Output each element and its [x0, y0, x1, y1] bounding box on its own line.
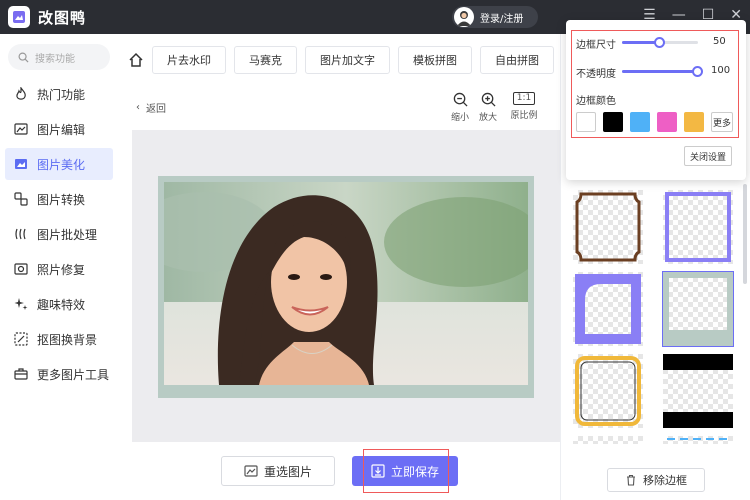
border-size-label: 边框尺寸	[576, 40, 616, 51]
sidebar-item-label: 趣味特效	[37, 297, 86, 312]
color-swatch-pink[interactable]	[657, 112, 677, 132]
sidebar-item-convert[interactable]: 图片转换	[5, 183, 113, 215]
ratio-label: 原比例	[510, 111, 538, 121]
remove-border-label: 移除边框	[643, 474, 687, 487]
search-placeholder: 搜索功能	[35, 53, 75, 65]
framed-photo	[158, 176, 534, 398]
login-label: 登录/注册	[480, 13, 524, 25]
sidebar-item-beautify[interactable]: 图片美化	[5, 148, 113, 180]
avatar-icon	[454, 7, 474, 27]
toolbox-icon	[13, 366, 29, 382]
border-size-value: 50	[713, 36, 726, 47]
search-input[interactable]: 搜索功能	[8, 44, 110, 70]
image-edit-icon	[13, 121, 29, 137]
close-settings-button[interactable]: 关闭设置	[684, 146, 732, 166]
opacity-knob[interactable]	[692, 66, 703, 77]
more-colors-button[interactable]: 更多	[711, 112, 733, 132]
image-beautify-icon	[13, 156, 29, 172]
border-templates	[573, 190, 739, 444]
chevron-left-icon: ‹	[136, 102, 140, 113]
zoom-out-icon	[453, 92, 468, 107]
back-button[interactable]: ‹ 返回	[136, 100, 166, 115]
app-title: 改图鸭	[38, 8, 87, 27]
sidebar: 搜索功能 热门功能 图片编辑 图片美化 图片转换 图片批处理 照片修复 趣味特效…	[0, 34, 118, 500]
border-template-7[interactable]	[573, 436, 643, 444]
sidebar-item-label: 图片批处理	[37, 227, 98, 242]
border-template-5[interactable]	[573, 354, 643, 428]
color-swatch-yellow[interactable]	[684, 112, 704, 132]
border-template-3[interactable]	[573, 272, 643, 346]
sidebar-item-batch[interactable]: 图片批处理	[5, 218, 113, 250]
editor-area: ‹ 返回 缩小 放大 1:1 原比例 重选图片 立即保存	[118, 86, 568, 500]
original-ratio-button[interactable]: 1:1 原比例	[506, 92, 542, 121]
login-button[interactable]: 登录/注册	[452, 6, 538, 28]
back-label: 返回	[146, 104, 166, 115]
app-logo	[8, 6, 30, 28]
border-settings-popup: 边框尺寸 50 不透明度 100 边框颜色 更多 关闭设置	[566, 20, 746, 180]
sidebar-item-edit[interactable]: 图片编辑	[5, 113, 113, 145]
opacity-value: 100	[711, 65, 731, 76]
sidebar-item-label: 更多图片工具	[37, 367, 110, 382]
tab-add-text[interactable]: 图片加文字	[305, 46, 390, 74]
color-swatch-blue[interactable]	[630, 112, 650, 132]
sidebar-item-label: 图片编辑	[37, 122, 86, 137]
batch-icon	[13, 226, 29, 242]
sidebar-item-cutout[interactable]: 抠图换背景	[5, 323, 113, 355]
sidebar-item-label: 抠图换背景	[37, 332, 98, 347]
zoom-in-label: 放大	[478, 113, 497, 123]
sidebar-item-effects[interactable]: 趣味特效	[5, 288, 113, 320]
search-icon	[18, 52, 29, 63]
reselect-image-button[interactable]: 重选图片	[221, 456, 335, 486]
ratio-icon: 1:1	[512, 92, 536, 105]
zoom-in-button[interactable]: 放大	[474, 92, 502, 123]
border-size-slider[interactable]	[622, 37, 698, 48]
border-size-knob[interactable]	[654, 37, 665, 48]
flame-icon	[13, 86, 29, 102]
color-swatch-white[interactable]	[576, 112, 596, 132]
sidebar-item-label: 图片美化	[37, 157, 86, 172]
sidebar-item-repair[interactable]: 照片修复	[5, 253, 113, 285]
image-icon	[244, 465, 258, 477]
border-template-2[interactable]	[663, 190, 733, 264]
feature-tabs: 片去水印 马赛克 图片加文字 模板拼图 自由拼图 照片	[118, 34, 568, 86]
sparkle-icon	[13, 296, 29, 312]
opacity-label: 不透明度	[576, 69, 616, 80]
sidebar-item-label: 热门功能	[37, 87, 86, 102]
border-color-label: 边框颜色	[576, 96, 616, 107]
image-canvas	[132, 130, 560, 442]
tab-remove-watermark[interactable]: 片去水印	[152, 46, 226, 74]
trash-icon	[627, 474, 635, 486]
tab-template-collage[interactable]: 模板拼图	[398, 46, 472, 74]
remove-border-button[interactable]: 移除边框	[607, 468, 705, 492]
border-template-8[interactable]	[663, 436, 733, 444]
border-template-1[interactable]	[573, 190, 643, 264]
home-icon[interactable]	[128, 47, 144, 73]
cutout-icon	[13, 331, 29, 347]
zoom-in-icon	[481, 92, 496, 107]
zoom-out-label: 缩小	[450, 113, 469, 123]
sidebar-item-hot[interactable]: 热门功能	[5, 78, 113, 110]
opacity-fill	[622, 70, 698, 73]
tab-free-collage[interactable]: 自由拼图	[480, 46, 554, 74]
sidebar-item-label: 图片转换	[37, 192, 86, 207]
scrollbar[interactable]	[743, 184, 747, 284]
tab-mosaic[interactable]: 马赛克	[234, 46, 297, 74]
sidebar-item-more[interactable]: 更多图片工具	[5, 358, 113, 390]
opacity-slider[interactable]	[622, 66, 703, 77]
border-template-4[interactable]	[662, 271, 734, 347]
color-swatch-black[interactable]	[603, 112, 623, 132]
reselect-label: 重选图片	[263, 464, 312, 479]
photo-repair-icon	[13, 261, 29, 277]
zoom-out-button[interactable]: 缩小	[446, 92, 474, 123]
sidebar-item-label: 照片修复	[37, 262, 86, 277]
convert-icon	[13, 191, 29, 207]
portrait-photo	[164, 182, 528, 385]
border-template-6[interactable]	[663, 354, 733, 428]
save-highlight-box	[363, 449, 449, 493]
